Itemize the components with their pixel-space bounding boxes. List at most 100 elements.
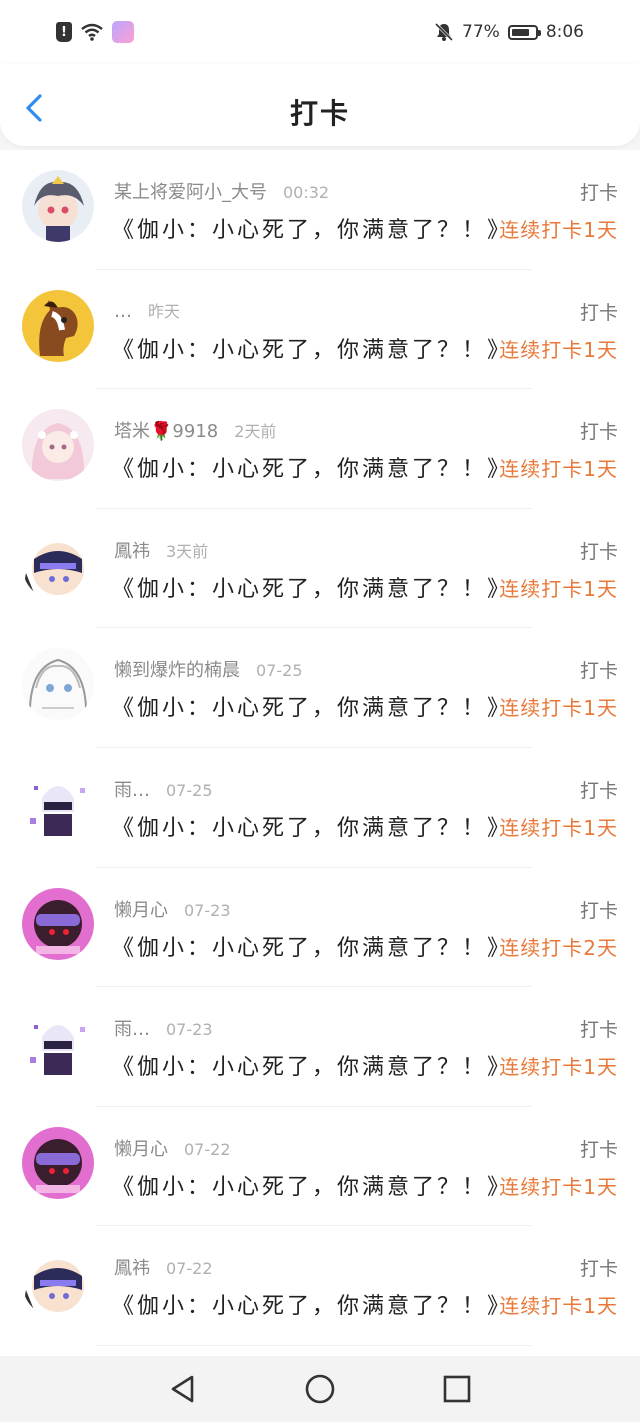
list-item[interactable]: 鳳祎 07-22 打卡《伽小：小心死了，你满意了？！》 连续打卡1天: [0, 1226, 640, 1346]
clock: 8:06: [545, 22, 584, 42]
anime-avatar-visor: [22, 1246, 94, 1319]
streak-label: 连续打卡1天: [499, 337, 618, 362]
battery-fill: [511, 28, 529, 36]
user-name[interactable]: 塔米🌹9918: [114, 421, 218, 442]
battery-icon: [507, 24, 541, 40]
checkin-content[interactable]: 《伽小：小心死了，你满意了？！》: [112, 1288, 512, 1320]
wifi-icon: [81, 23, 103, 41]
avatar[interactable]: [22, 289, 94, 362]
avatar[interactable]: [22, 528, 94, 601]
checkin-tag: 打卡: [579, 540, 618, 563]
checkin-content[interactable]: 《伽小：小心死了，你满意了？！》: [112, 810, 512, 842]
user-name[interactable]: 某上将爱阿小_大号: [114, 182, 267, 203]
streak-label: 连续打卡2天: [499, 935, 618, 960]
avatar[interactable]: [22, 170, 94, 242]
home-circle-icon[interactable]: [303, 1372, 337, 1406]
checkin-tag: 打卡: [579, 899, 618, 922]
checkin-tag: 打卡: [579, 660, 618, 683]
anime-avatar-pink-hair: [22, 409, 94, 482]
alert-icon: !: [56, 22, 72, 42]
streak-label: 连续打卡1天: [499, 1294, 618, 1319]
app-notification-icon: [112, 21, 134, 43]
user-name[interactable]: 懒到爆炸的楠晨: [114, 660, 240, 681]
post-time: 00:32: [283, 183, 330, 202]
avatar[interactable]: [22, 887, 94, 960]
avatar[interactable]: [22, 1007, 94, 1080]
item-meta: 懒月心 07-22: [114, 1135, 231, 1161]
page-title: 打卡: [289, 97, 350, 130]
avatar[interactable]: [22, 1126, 94, 1199]
post-time: 07-23: [184, 900, 231, 920]
post-time: 07-22: [184, 1139, 231, 1159]
avatar[interactable]: [22, 648, 94, 721]
checkin-content[interactable]: 《伽小：小心死了，你满意了？！》: [112, 451, 512, 483]
list-item[interactable]: 懒月心 07-22 打卡 《伽小：小心死了，你满意了？！》 连续打卡1天: [0, 1107, 640, 1227]
status-bar: ! 77% 8:06: [0, 0, 640, 64]
item-meta: … 昨天: [114, 298, 180, 322]
battery-percent: 77%: [462, 22, 500, 42]
checkin-tag: 打卡: [579, 779, 618, 802]
post-time: 昨天: [148, 301, 181, 321]
item-meta: 塔米🌹9918 2天前: [114, 417, 276, 443]
anime-avatar-visor: [22, 528, 94, 601]
user-name[interactable]: 懒月心: [114, 900, 168, 921]
masked-hero-avatar: [22, 1007, 94, 1080]
post-time: 07-25: [256, 661, 303, 681]
status-left: !: [56, 20, 134, 44]
divider: [96, 1344, 532, 1346]
user-name[interactable]: …: [114, 301, 132, 322]
list-item[interactable]: … 昨天 打卡《伽小：小心死了，你满意了？！》 连续打卡1天: [0, 270, 640, 390]
list-item[interactable]: 鳳祎 3天前 打卡《伽小：小心死了，你满意了？！》 连续打卡1天: [0, 509, 640, 629]
item-meta: 鳳祎 3天前: [114, 537, 208, 563]
avatar[interactable]: [22, 767, 94, 840]
streak-label: 连续打卡1天: [499, 1174, 618, 1199]
checkin-content[interactable]: 《伽小：小心死了，你满意了？！》: [112, 332, 512, 364]
item-meta: 某上将爱阿小_大号 00:32: [114, 178, 329, 204]
anime-avatar-purple-goggles: [22, 1126, 94, 1199]
checkin-tag: 打卡: [579, 301, 618, 324]
list-item[interactable]: 懒到爆炸的楠晨 07-25 打卡《伽小：小心死了，你满意了？！》 连续打卡1天: [0, 628, 640, 748]
user-name[interactable]: 鳳祎: [114, 1258, 150, 1279]
checkin-content[interactable]: 《伽小：小心死了，你满意了？！》: [112, 571, 512, 603]
post-time: 3天前: [166, 541, 209, 561]
list-item[interactable]: 塔米🌹9918 2天前 打卡 《伽小：小心死了，你满意了？！》 连续打卡1天: [0, 389, 640, 509]
checkin-content[interactable]: 《伽小：小心死了，你满意了？！》: [112, 690, 512, 722]
post-time: 07-23: [166, 1020, 213, 1040]
anime-avatar-sketch: [22, 648, 94, 721]
status-right: 77% 8:06: [434, 20, 584, 44]
system-nav-bar: [0, 1356, 640, 1422]
streak-label: 连续打卡1天: [499, 218, 618, 242]
list-item[interactable]: 雨… 07-25 打卡 《伽小：小心死了，你满意了？！》 连续打卡1天: [0, 748, 640, 868]
anime-avatar-grey-hair: [22, 170, 94, 242]
list-item[interactable]: 懒月心 07-23 打卡《伽小：小心死了，你满意了？！》 连续打卡2天: [0, 868, 640, 988]
item-meta: 懒月心 07-23: [114, 896, 231, 922]
item-meta: 鳳祎 07-22: [114, 1254, 213, 1280]
user-name[interactable]: 鳳祎: [114, 541, 150, 562]
avatar[interactable]: [22, 409, 94, 482]
checkin-tag: 打卡: [579, 421, 618, 444]
user-name[interactable]: 懒月心: [114, 1139, 168, 1160]
post-time: 07-22: [166, 1259, 213, 1279]
item-meta: 雨… 07-25: [114, 776, 213, 802]
checkin-content[interactable]: 《伽小：小心死了，你满意了？！》: [112, 930, 512, 962]
horse-avatar: [22, 289, 94, 362]
user-name[interactable]: 雨…: [114, 1019, 150, 1040]
post-time: 2天前: [234, 422, 277, 442]
mute-bell-icon: [434, 22, 454, 42]
checkin-content[interactable]: 《伽小：小心死了，你满意了？！》: [112, 212, 512, 244]
avatar[interactable]: [22, 1246, 94, 1319]
streak-label: 连续打卡1天: [499, 576, 618, 601]
checkin-content[interactable]: 《伽小：小心死了，你满意了？！》: [112, 1169, 512, 1201]
recents-square-icon[interactable]: [440, 1372, 474, 1406]
back-triangle-icon[interactable]: [166, 1372, 200, 1406]
anime-avatar-purple-goggles: [22, 887, 94, 960]
list-item[interactable]: 雨… 07-23 打卡 《伽小：小心死了，你满意了？！》 连续打卡1天: [0, 987, 640, 1107]
list-item[interactable]: 某上将爱阿小_大号 00:32 打卡 《伽小：小心死了，你满意了？！》 连续打卡1天: [0, 150, 640, 270]
checkin-list: 某上将爱阿小_大号 00:32 打卡 《伽小：小心死了，你满意了？！》 连续打卡1天… 昨…: [0, 150, 640, 1356]
checkin-content[interactable]: 《伽小：小心死了，你满意了？！》: [112, 1049, 512, 1081]
header: 打卡: [0, 64, 640, 146]
checkin-tag: 打卡: [579, 1258, 618, 1281]
user-name[interactable]: 雨…: [114, 780, 150, 801]
streak-label: 连续打卡1天: [499, 1055, 618, 1080]
streak-label: 连续打卡1天: [499, 696, 618, 721]
